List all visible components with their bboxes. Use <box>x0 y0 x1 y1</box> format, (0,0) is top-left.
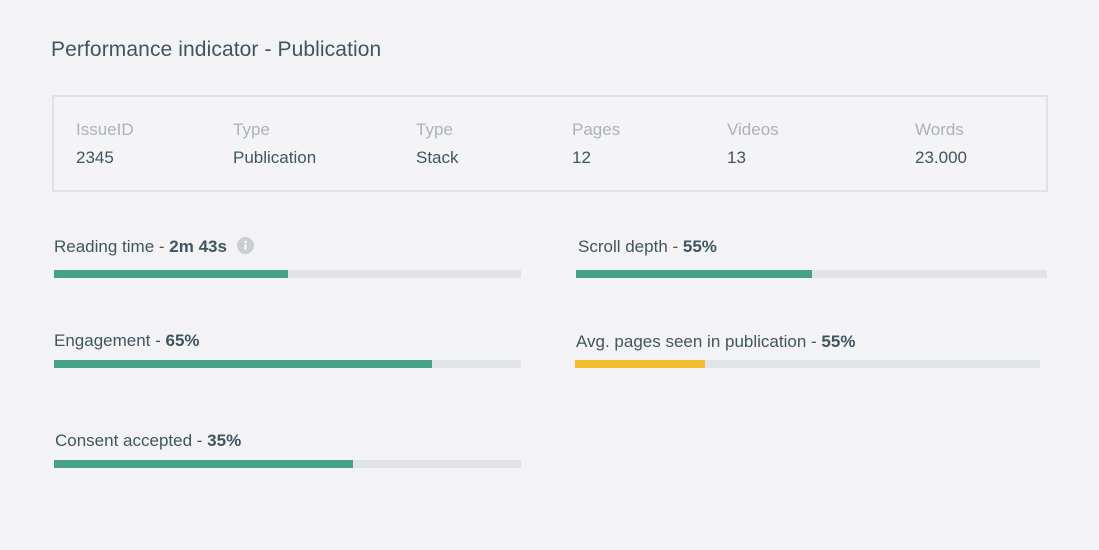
summary-col-type-2: Type Stack <box>416 119 459 169</box>
summary-col-type: Type Publication <box>233 119 316 169</box>
metric-label: Consent accepted - 35% <box>55 430 241 452</box>
summary-value: Stack <box>416 148 459 167</box>
metric-name: Avg. pages seen in publication - <box>576 332 822 351</box>
progress-fill <box>54 460 353 468</box>
summary-col-words: Words 23.000 <box>915 119 967 169</box>
summary-value: 2345 <box>76 148 114 167</box>
metric-value: 2m 43s <box>169 237 227 256</box>
progress-fill <box>576 270 812 278</box>
progress-fill <box>54 270 288 278</box>
metric-label: Scroll depth - 55% <box>578 236 717 258</box>
consent-progress-bar <box>54 460 521 468</box>
summary-label: Words <box>915 120 964 139</box>
metric-label: Engagement - 65% <box>54 330 200 352</box>
progress-fill <box>575 360 706 368</box>
metric-value: 55% <box>682 237 717 256</box>
summary-col-issueid: IssueID 2345 <box>76 119 134 169</box>
metric-name: Consent accepted - <box>55 431 208 450</box>
avg-pages-progress-bar <box>575 360 1040 368</box>
metric-name: Scroll depth - <box>578 237 683 256</box>
summary-value: Publication <box>233 148 317 167</box>
publication-summary-card: IssueID 2345 Type Publication Type Stack… <box>52 95 1048 192</box>
metric-value: 55% <box>821 332 856 351</box>
summary-col-pages: Pages 12 <box>572 119 620 169</box>
summary-label: Type <box>416 120 453 139</box>
scroll-depth-progress-bar <box>576 270 1047 278</box>
summary-label: IssueID <box>76 120 134 139</box>
metric-label: Reading time - 2m 43s <box>54 236 254 258</box>
metric-engagement: Engagement - 65% <box>54 330 200 352</box>
metric-value: 35% <box>207 431 242 450</box>
summary-value: 23.000 <box>915 148 967 167</box>
metric-name: Reading time - <box>54 237 170 256</box>
summary-label: Videos <box>727 120 779 139</box>
reading-time-progress-bar <box>54 270 521 278</box>
summary-label: Pages <box>572 120 621 139</box>
metric-scroll-depth: Scroll depth - 55% <box>578 236 717 258</box>
summary-value: 12 <box>572 148 591 167</box>
metric-reading-time: Reading time - 2m 43s <box>54 236 254 258</box>
page-title: Performance indicator - Publication <box>51 38 382 61</box>
progress-fill <box>54 360 433 368</box>
summary-value: 13 <box>727 148 746 167</box>
metric-avg-pages-seen: Avg. pages seen in publication - 55% <box>576 331 855 353</box>
metric-consent-accepted: Consent accepted - 35% <box>55 430 241 452</box>
info-icon[interactable] <box>236 236 254 254</box>
metric-name: Engagement - <box>54 331 166 350</box>
engagement-progress-bar <box>54 360 521 368</box>
summary-col-videos: Videos 13 <box>727 119 779 169</box>
summary-label: Type <box>233 120 270 139</box>
metric-label: Avg. pages seen in publication - 55% <box>576 331 855 353</box>
metric-value: 65% <box>165 331 200 350</box>
